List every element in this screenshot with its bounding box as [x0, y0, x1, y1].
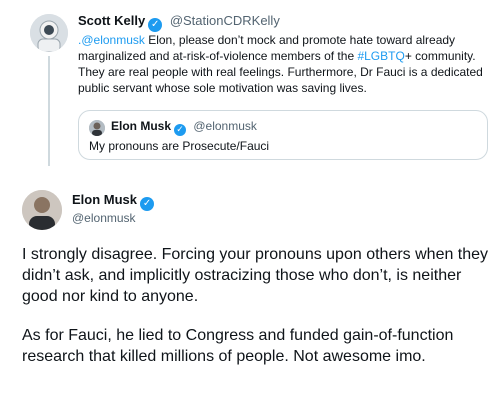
avatar-elon-musk-small	[89, 120, 105, 136]
author-name[interactable]: Scott Kelly	[78, 13, 145, 28]
person-avatar-icon	[89, 120, 105, 136]
avatar-elon-musk[interactable]	[22, 190, 62, 230]
reply-tweet-text: .@elonmusk Elon, please don’t mock and p…	[78, 32, 488, 96]
quoted-tweet-card[interactable]: Elon Musk ✓ @elonmusk My pronouns are Pro…	[78, 110, 488, 160]
verified-badge-icon: ✓	[140, 197, 155, 211]
astronaut-avatar-icon	[30, 14, 68, 52]
avatar-scott-kelly[interactable]	[30, 14, 68, 52]
verified-badge-icon: ✓	[148, 18, 163, 32]
tweet-paragraph: As for Fauci, he lied to Congress and fu…	[22, 327, 454, 365]
author-name[interactable]: Elon Musk	[72, 192, 137, 207]
reply-tweet-header: Scott Kelly ✓ @StationCDRKelly	[78, 13, 280, 32]
main-tweet-text: I strongly disagree. Forcing your pronou…	[22, 244, 492, 385]
thread-line	[48, 56, 50, 166]
tweet-paragraph: I strongly disagree. Forcing your pronou…	[22, 246, 489, 305]
author-name: Elon Musk	[111, 119, 172, 133]
main-tweet-header: Elon Musk ✓	[72, 192, 155, 211]
verified-badge-icon: ✓	[174, 124, 187, 136]
quoted-tweet-header: Elon Musk ✓ @elonmusk	[111, 119, 257, 136]
mention-link[interactable]: .@elonmusk	[78, 33, 145, 47]
quoted-tweet-text: My pronouns are Prosecute/Fauci	[89, 139, 270, 153]
author-handle: @elonmusk	[193, 119, 257, 133]
hashtag-link[interactable]: #LGBTQ	[357, 49, 404, 63]
author-handle[interactable]: @elonmusk	[72, 211, 136, 225]
person-avatar-icon	[22, 190, 62, 230]
author-handle[interactable]: @StationCDRKelly	[170, 13, 280, 28]
